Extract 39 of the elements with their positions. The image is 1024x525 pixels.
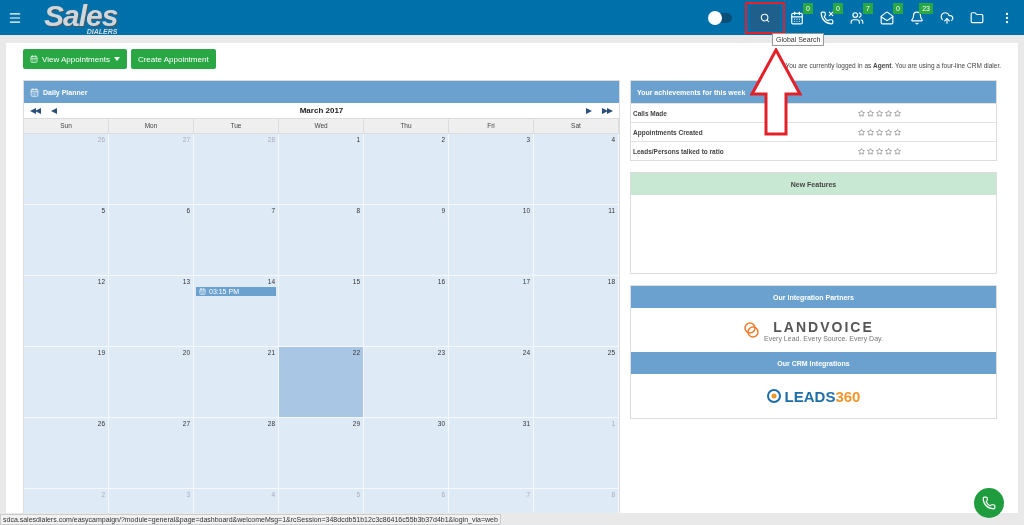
cloud-upload-icon xyxy=(940,10,954,25)
star-icon xyxy=(858,109,865,117)
phone-icon xyxy=(982,496,996,510)
crm-number: 360 xyxy=(835,387,861,405)
circles-icon xyxy=(744,321,761,339)
star-icon xyxy=(867,128,874,136)
bell-icon xyxy=(910,10,924,25)
star-icon xyxy=(894,147,901,155)
search-icon xyxy=(760,12,770,23)
calendar-icon xyxy=(199,288,206,295)
phone-icon xyxy=(820,10,834,25)
target-icon xyxy=(766,389,781,403)
star-icon xyxy=(858,128,865,136)
star-icon xyxy=(858,147,865,155)
star-icon xyxy=(885,128,892,136)
triangle-icon[interactable] xyxy=(51,107,57,114)
calendar-icon xyxy=(790,10,804,25)
star-icon xyxy=(894,109,901,117)
toggle-switch[interactable] xyxy=(710,12,732,23)
crm-name: LEADS xyxy=(784,387,836,405)
people-icon xyxy=(850,10,864,25)
calendar-icon xyxy=(30,55,38,63)
menu-icon[interactable] xyxy=(8,10,22,25)
month-title: March 2017 xyxy=(298,106,345,115)
mail-icon xyxy=(880,10,894,25)
star-icon xyxy=(876,147,883,155)
folder-icon xyxy=(970,10,984,25)
star-icon xyxy=(867,147,874,155)
triangle-icon[interactable] xyxy=(586,107,592,114)
star-icon xyxy=(885,109,892,117)
double-triangle-icon[interactable] xyxy=(602,107,613,114)
star-icon xyxy=(885,147,892,155)
star-icon xyxy=(867,109,874,117)
double-triangle-icon[interactable] xyxy=(30,107,41,114)
partner-name: LANDVOICE xyxy=(773,318,874,335)
star-icon xyxy=(876,128,883,136)
calendar-icon xyxy=(30,87,39,97)
star-icon xyxy=(894,128,901,136)
star-icon xyxy=(876,109,883,117)
